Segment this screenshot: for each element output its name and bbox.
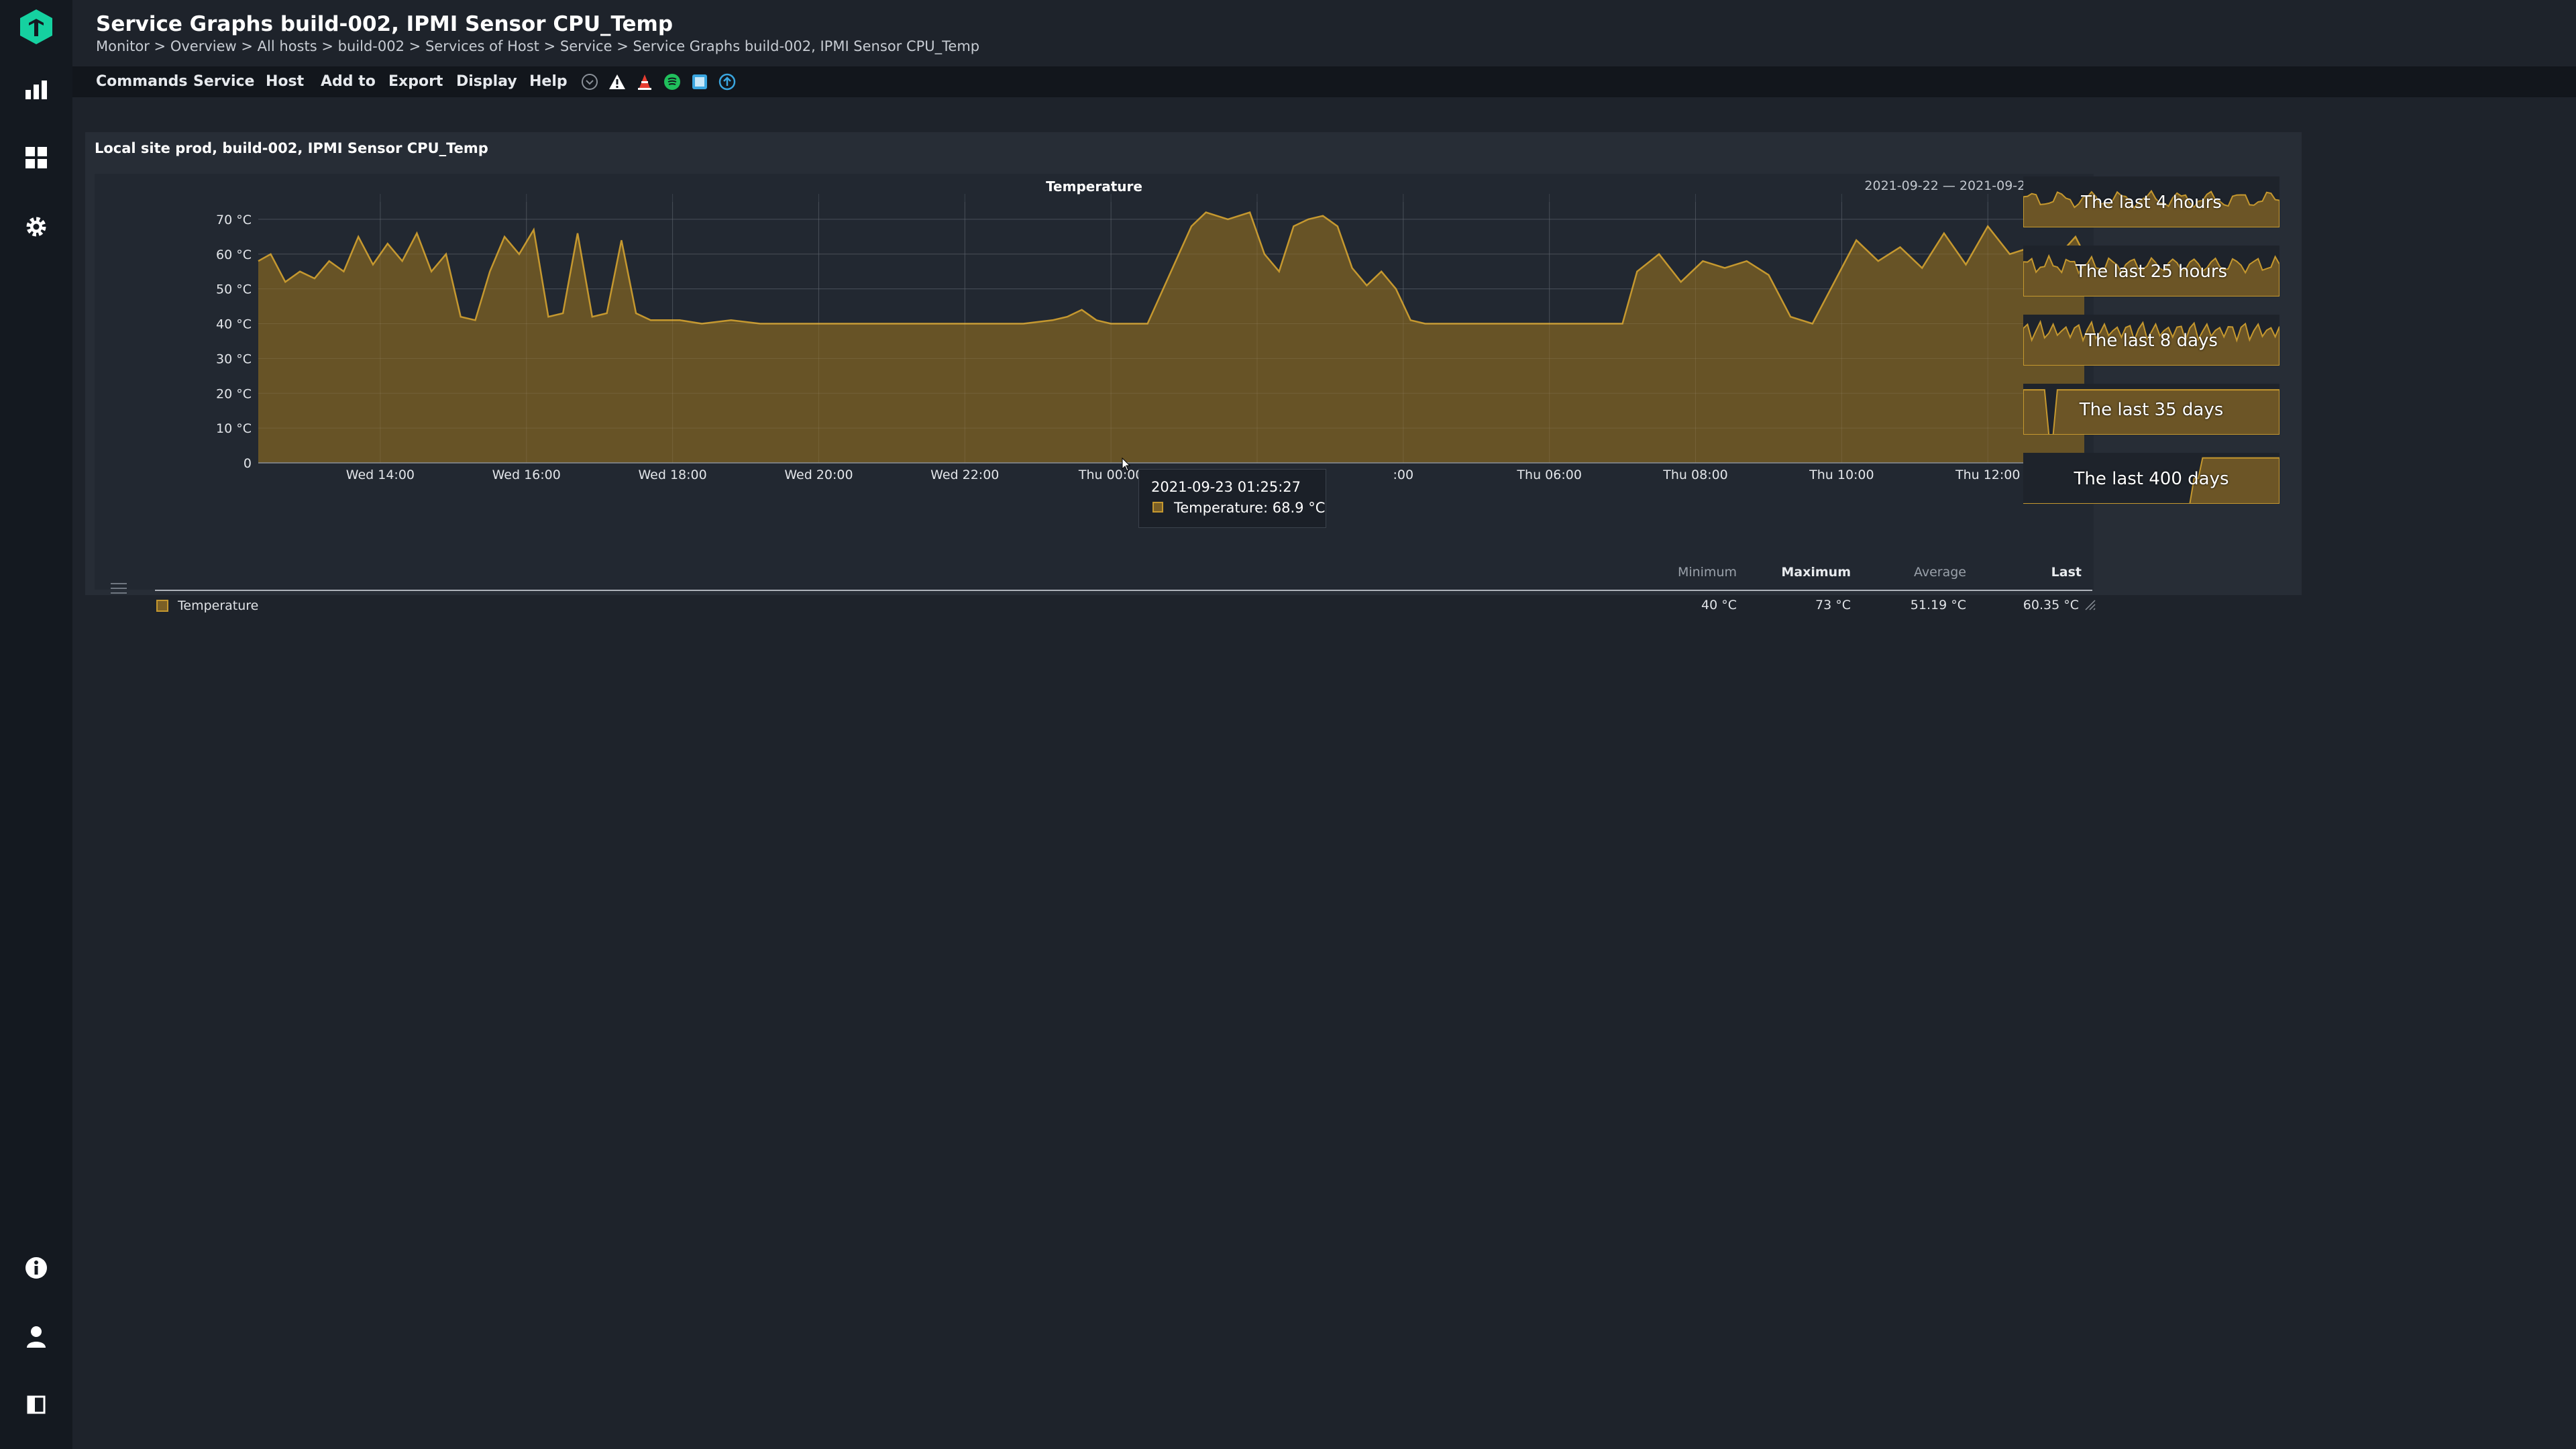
y-tick-label: 20 °C [216,386,252,401]
checkmk-logo[interactable] [16,7,56,47]
menu-export[interactable]: Export [388,66,443,97]
gear-icon[interactable] [16,207,56,247]
series-area-temperature [258,212,2084,463]
graph-hover-tooltip: 2021-09-23 01:25:27 Temperature: 68.9 °C [1138,469,1326,528]
sidebar [0,0,72,1449]
legend-menu-icon[interactable] [109,582,128,595]
x-tick-label: Wed 14:00 [346,468,415,482]
timerange-last-4-hours[interactable]: The last 4 hours [2023,176,2279,227]
legend-series-name: Temperature [178,598,259,613]
graph-area[interactable]: 0 10 °C 20 °C 30 °C 40 °C 50 °C 60 °C 70 °C Wed … [95,174,2096,613]
tooltip-swatch [1152,502,1163,513]
y-tick-label: 70 °C [216,213,252,227]
dashboard-grid-icon[interactable] [16,138,56,178]
y-tick-label: 60 °C [216,248,252,262]
x-tick-label: Wed 20:00 [784,468,853,482]
menu-bar: Commands Service Host Add to Export Disp… [72,66,2576,97]
menu-help[interactable]: Help [529,66,568,97]
breadcrumb-item-service[interactable]: Service [560,38,612,54]
y-tick-label: 30 °C [216,352,252,366]
rss-icon[interactable] [663,73,681,91]
x-tick-label: Wed 18:00 [638,468,706,482]
x-tick-label: Thu 10:00 [1809,468,1874,482]
breadcrumb-separator: > [616,38,629,54]
cone-icon[interactable] [636,73,653,91]
y-tick-label: 50 °C [216,282,252,297]
timerange-last-35-days[interactable]: The last 35 days [2023,384,2279,435]
breadcrumb-item-all-hosts[interactable]: All hosts [258,38,317,54]
x-tick-label: Thu 06:00 [1516,468,1581,482]
breadcrumb-item-overview[interactable]: Overview [170,38,237,54]
timerange-label: The last 4 hours [2081,193,2222,213]
breadcrumb-item-current: Service Graphs build-002, IPMI Sensor CP… [633,38,980,54]
x-tick-label: Thu 08:00 [1662,468,1727,482]
dashlet-title: Local site prod, build-002, IPMI Sensor … [95,140,488,156]
legend-swatch-temperature [156,600,168,612]
y-tick-label: 0 [244,456,252,471]
x-tick-label: Wed 16:00 [492,468,561,482]
legend-header-last: Last [2051,565,2082,580]
square-icon[interactable] [691,73,708,91]
menu-add-to[interactable]: Add to [321,66,376,97]
breadcrumb-item-services-of-host[interactable]: Services of Host [425,38,539,54]
timerange-last-8-days[interactable]: The last 8 days [2023,315,2279,366]
timerange-last-400-days[interactable]: The last 400 days [2023,453,2279,504]
breadcrumb-separator: > [154,38,166,54]
x-tick-label: Thu 00:00 [1078,468,1143,482]
timerange-last-25-hours[interactable]: The last 25 hours [2023,246,2279,297]
timerange-label: The last 25 hours [2075,262,2228,282]
x-tick-label: :00 [1393,468,1414,482]
x-tick-label: Thu 12:00 [1955,468,2020,482]
breadcrumb-separator: > [543,38,556,54]
breadcrumb-item-monitor[interactable]: Monitor [96,38,150,54]
warning-icon[interactable] [608,73,626,91]
arrow-up-circle-icon[interactable] [718,73,736,91]
breadcrumb-item-host[interactable]: build-002 [338,38,405,54]
chevron-circle-icon[interactable] [581,73,598,91]
legend-last-value: 60.35 °C [2023,598,2079,612]
menu-service[interactable]: Service [193,66,254,97]
mouse-cursor-icon [1122,458,1131,472]
legend-divider [155,590,2092,591]
page-title: Service Graphs build-002, IPMI Sensor CP… [96,12,674,36]
menu-host[interactable]: Host [266,66,304,97]
bar-chart-icon[interactable] [16,70,56,110]
menu-display[interactable]: Display [456,66,517,97]
info-icon[interactable] [16,1248,56,1288]
breadcrumb: Monitor > Overview > All hosts > build-0… [96,38,979,54]
sidebar-toggle-icon[interactable] [16,1385,56,1425]
tooltip-value: Temperature: 68.9 °C [1174,500,1326,516]
timerange-label: The last 400 days [2074,469,2229,489]
timerange-label: The last 8 days [2085,331,2218,351]
x-tick-label: Wed 22:00 [930,468,999,482]
menu-commands[interactable]: Commands [96,66,187,97]
tooltip-time: 2021-09-23 01:25:27 [1151,479,1301,495]
timerange-label: The last 35 days [2079,400,2224,420]
resize-handle-icon[interactable] [2083,598,2096,611]
breadcrumb-separator: > [321,38,333,54]
breadcrumb-separator: > [409,38,421,54]
y-tick-label: 40 °C [216,317,252,332]
breadcrumb-separator: > [241,38,253,54]
temperature-chart[interactable]: 0 10 °C 20 °C 30 °C 40 °C 50 °C 60 °C 70 °C Wed … [95,174,2094,549]
graph-title: Temperature [1046,178,1142,195]
user-icon[interactable] [16,1316,56,1356]
y-tick-label: 10 °C [216,421,252,436]
